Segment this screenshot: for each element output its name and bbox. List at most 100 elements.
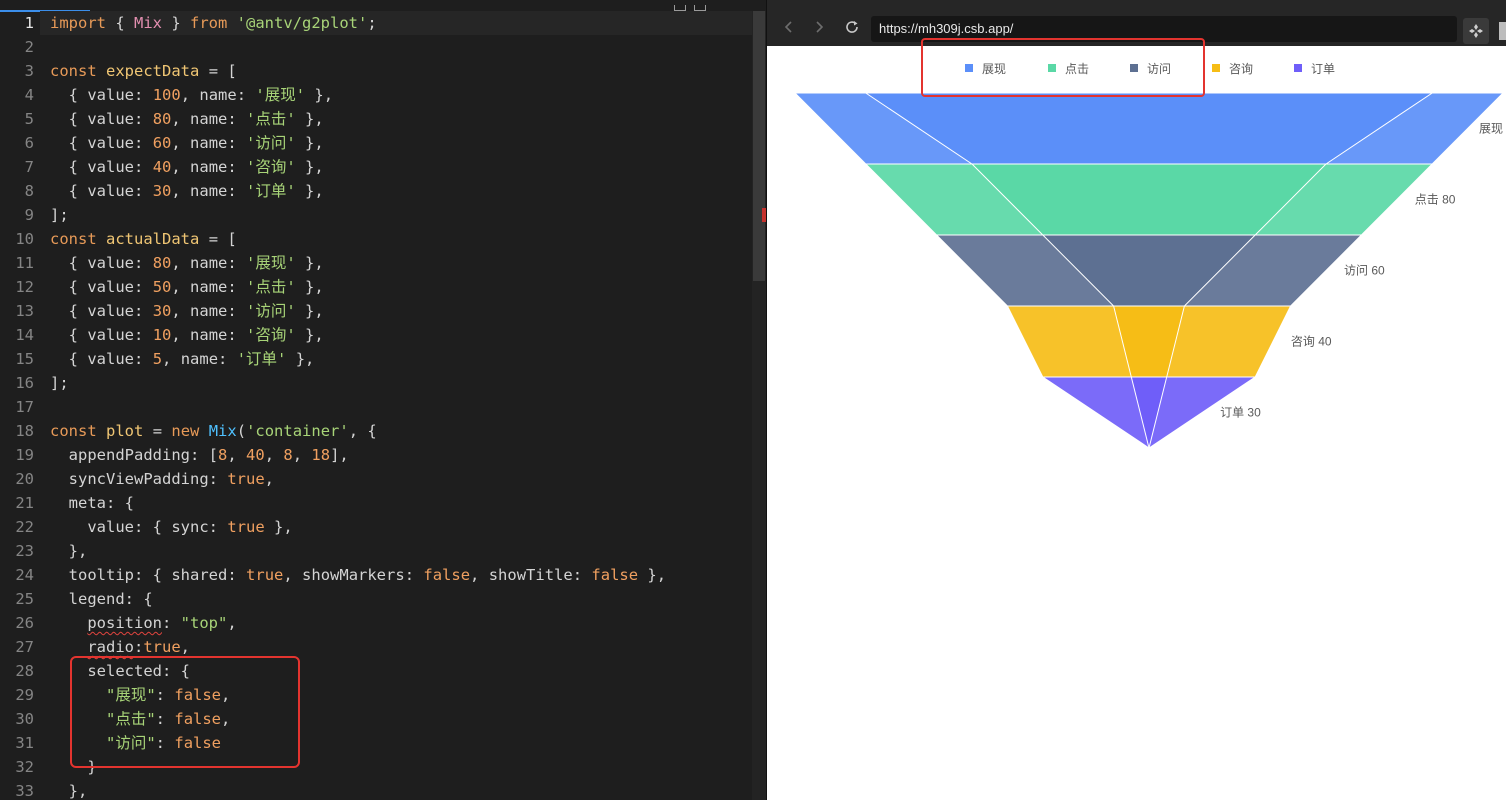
line-text[interactable]: { value: 60, name: '访问' }, xyxy=(34,131,324,155)
line-text[interactable]: { value: 30, name: '访问' }, xyxy=(34,299,324,323)
line-text[interactable]: { value: 50, name: '点击' }, xyxy=(34,275,324,299)
legend-item[interactable]: 订单 xyxy=(1294,60,1335,76)
code-line[interactable]: 1 import { Mix } from '@antv/g2plot'; xyxy=(0,11,752,35)
code-token: name xyxy=(180,350,219,368)
code-token: { xyxy=(50,110,88,128)
legend-item[interactable]: 咨询 xyxy=(1212,60,1253,76)
line-text[interactable]: { value: 5, name: '订单' }, xyxy=(34,347,315,371)
code-token: value xyxy=(87,254,134,272)
line-text[interactable]: }, xyxy=(34,779,88,800)
extension-button[interactable] xyxy=(1463,18,1489,44)
line-number: 33 xyxy=(15,782,34,800)
line-text[interactable]: }, xyxy=(34,539,88,563)
code-token: : xyxy=(227,278,237,296)
line-text[interactable]: { value: 100, name: '展现' }, xyxy=(34,83,333,107)
code-line[interactable]: 8 { value: 30, name: '订单' }, xyxy=(0,179,752,203)
code-editor[interactable]: 1 import { Mix } from '@antv/g2plot'; 2 3 co… xyxy=(0,0,767,800)
code-token: }, xyxy=(295,110,324,128)
code-line[interactable]: 21 meta: { xyxy=(0,491,752,515)
code-line[interactable]: 25 legend: { xyxy=(0,587,752,611)
code-token: : xyxy=(161,614,172,632)
browser-preview: https://mh309j.csb.app/ 展现 点击 80 访问 60 咨询 4… xyxy=(767,0,1506,800)
code-token: false xyxy=(423,566,471,584)
code-line[interactable]: 26 position: "top", xyxy=(0,611,752,635)
sidebar-toggle-icon[interactable] xyxy=(1499,22,1506,40)
line-number: 29 xyxy=(15,686,34,704)
code-token: value xyxy=(87,86,134,104)
code-line[interactable]: 4 { value: 100, name: '展现' }, xyxy=(0,83,752,107)
code-line[interactable]: 18 const plot = new Mix('container', { xyxy=(0,419,752,443)
code-token: '订单' xyxy=(246,182,296,200)
code-token: : xyxy=(134,278,144,296)
line-text[interactable]: appendPadding: [8, 40, 8, 18], xyxy=(34,443,349,467)
line-number: 30 xyxy=(15,710,34,728)
code-line[interactable]: 14 { value: 10, name: '咨询' }, xyxy=(0,323,752,347)
code-token: 40 xyxy=(152,158,172,176)
line-text[interactable]: tooltip: { shared: true, showMarkers: fa… xyxy=(34,563,666,587)
code-line[interactable]: 33 }, xyxy=(0,779,752,800)
code-token: '点击' xyxy=(246,110,296,128)
code-line[interactable]: 19 appendPadding: [8, 40, 8, 18], xyxy=(0,443,752,467)
code-line[interactable]: 9]; xyxy=(0,203,752,227)
line-text[interactable]: meta: { xyxy=(34,491,134,515)
code-line[interactable]: 11 { value: 80, name: '展现' }, xyxy=(0,251,752,275)
code-token: , xyxy=(171,278,191,296)
code-token: : xyxy=(134,182,144,200)
code-token: : xyxy=(218,350,228,368)
code-line[interactable]: 24 tooltip: { shared: true, showMarkers:… xyxy=(0,563,752,587)
code-line[interactable]: 3 const expectData = [ xyxy=(0,59,752,83)
editor-scrollbar-thumb[interactable] xyxy=(753,11,765,281)
code-line[interactable]: 10 const actualData = [ xyxy=(0,227,752,251)
line-text[interactable]: legend: { xyxy=(34,587,153,611)
code-token: const xyxy=(50,230,97,248)
code-token: { xyxy=(143,518,172,536)
line-text[interactable]: const expectData = [ xyxy=(34,59,237,83)
line-text[interactable]: const actualData = [ xyxy=(34,227,237,251)
line-text[interactable]: const plot = new Mix('container', { xyxy=(34,419,377,443)
line-text[interactable]: { value: 30, name: '订单' }, xyxy=(34,179,324,203)
code-line[interactable]: 15 { value: 5, name: '订单' }, xyxy=(0,347,752,371)
back-button[interactable] xyxy=(777,15,801,39)
line-number: 8 xyxy=(24,182,34,200)
line-text[interactable]: { value: 80, name: '展现' }, xyxy=(34,251,324,275)
line-text[interactable]: import { Mix } from '@antv/g2plot'; xyxy=(34,11,377,35)
line-text[interactable]: ]; xyxy=(34,203,69,227)
line-text[interactable] xyxy=(34,395,50,419)
line-text[interactable]: { value: 80, name: '点击' }, xyxy=(34,107,324,131)
line-text[interactable]: value: { sync: true }, xyxy=(34,515,292,539)
code-line[interactable]: 2 xyxy=(0,35,752,59)
code-token: }, xyxy=(295,182,324,200)
code-token: 30 xyxy=(152,182,172,200)
code-line[interactable]: 13 { value: 30, name: '访问' }, xyxy=(0,299,752,323)
legend-annotation-box xyxy=(921,38,1205,97)
line-text[interactable]: syncViewPadding: true, xyxy=(34,467,274,491)
line-text[interactable]: { value: 10, name: '咨询' }, xyxy=(34,323,324,347)
code-line[interactable]: 17 xyxy=(0,395,752,419)
line-number: 32 xyxy=(15,758,34,776)
code-line[interactable]: 6 { value: 60, name: '访问' }, xyxy=(0,131,752,155)
line-text[interactable]: position: "top", xyxy=(34,611,236,635)
code-line[interactable]: 12 { value: 50, name: '点击' }, xyxy=(0,275,752,299)
code-line[interactable]: 23 }, xyxy=(0,539,752,563)
code-line[interactable]: 22 value: { sync: true }, xyxy=(0,515,752,539)
line-number: 18 xyxy=(15,422,34,440)
line-number: 28 xyxy=(15,662,34,680)
code-line[interactable]: 20 syncViewPadding: true, xyxy=(0,467,752,491)
reload-button[interactable] xyxy=(840,15,864,39)
code-line[interactable]: 5 { value: 80, name: '点击' }, xyxy=(0,107,752,131)
line-text[interactable]: ]; xyxy=(34,371,69,395)
line-text[interactable] xyxy=(34,35,50,59)
line-text[interactable]: { value: 40, name: '咨询' }, xyxy=(34,155,324,179)
code-token: , xyxy=(227,446,247,464)
code-line[interactable]: 7 { value: 40, name: '咨询' }, xyxy=(0,155,752,179)
editor-actions[interactable] xyxy=(674,0,714,11)
forward-button[interactable] xyxy=(807,15,831,39)
code-line[interactable]: 16]; xyxy=(0,371,752,395)
line-number: 10 xyxy=(15,230,34,248)
code-token: '咨询' xyxy=(246,326,296,344)
